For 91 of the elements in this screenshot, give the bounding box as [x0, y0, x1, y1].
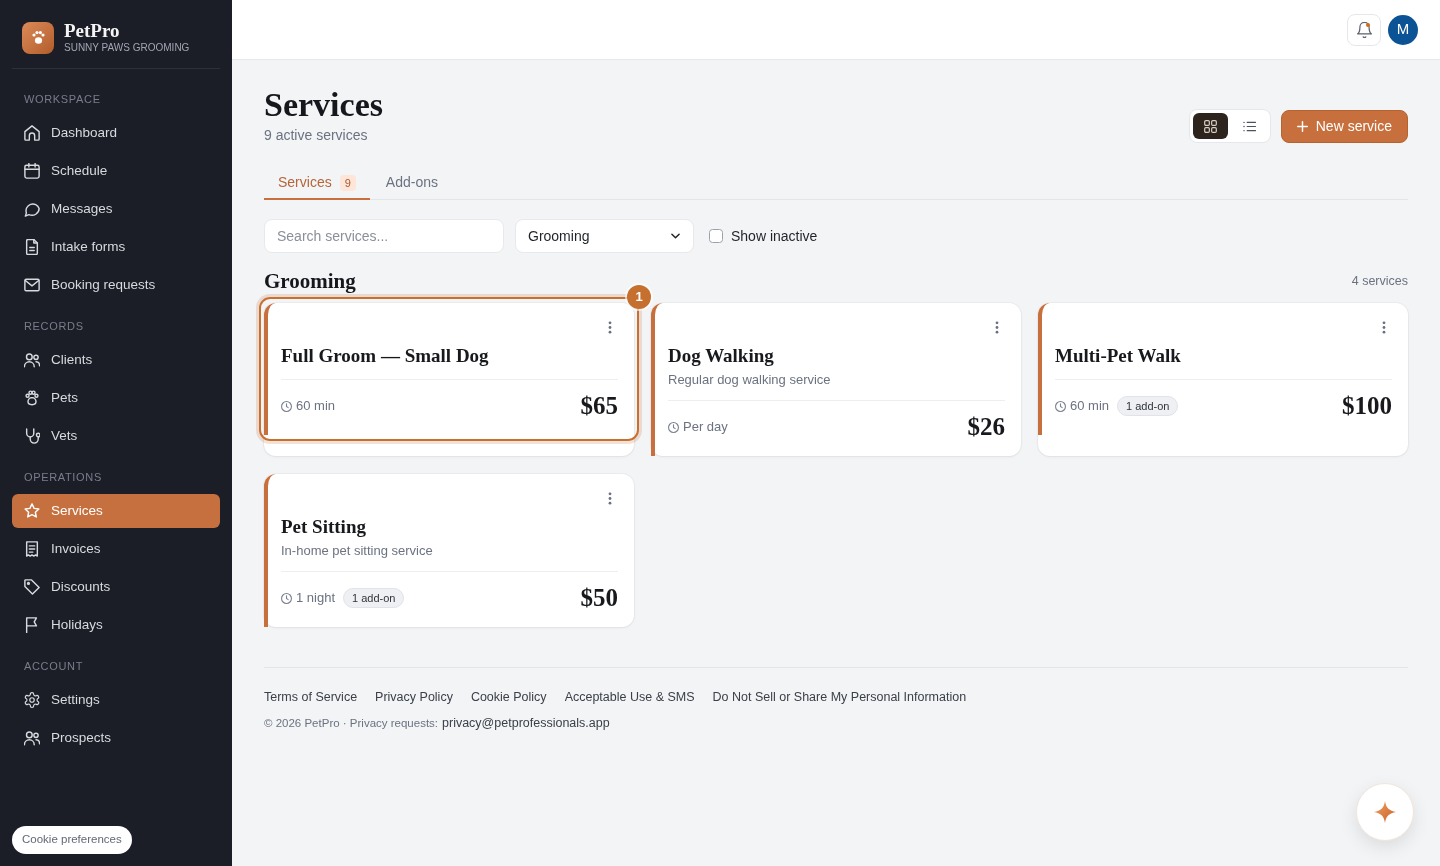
service-price: $65 — [580, 392, 618, 420]
nav-item[interactable]: Intake forms — [12, 230, 220, 264]
brand-name: PetPro — [64, 22, 121, 40]
page-title: Services — [264, 85, 383, 125]
nav-item[interactable]: Settings — [12, 683, 220, 717]
section-label: OPERATIONS — [23, 470, 103, 484]
nav-item[interactable]: Dashboard — [12, 116, 220, 150]
nav-item[interactable]: Pets — [12, 381, 220, 415]
footer-link[interactable]: Acceptable Use & SMS — [564, 688, 695, 707]
nav-item[interactable]: Vets — [12, 419, 220, 453]
service-card[interactable]: Dog Walking Regular dog walking service Per day $26 — [651, 303, 1021, 456]
user-avatar[interactable]: M — [1388, 14, 1418, 45]
people-icon — [24, 352, 40, 368]
page-subtitle: 9 active services — [264, 126, 369, 145]
brand-subtitle: SUNNY PAWS GROOMING — [64, 41, 190, 54]
category-dropdown[interactable]: Grooming — [515, 219, 694, 253]
service-card[interactable]: Multi-Pet Walk 60 min 1 add-on $100 — [1038, 303, 1408, 456]
section-label: ACCOUNT — [23, 659, 84, 673]
section-label: WORKSPACE — [23, 92, 102, 106]
star-icon — [24, 503, 40, 519]
clock-icon — [281, 592, 292, 604]
addon-badge: 1 add-on — [1117, 396, 1179, 416]
search-field[interactable]: Search services... — [264, 219, 504, 253]
addon-badge: 1 add-on — [343, 588, 405, 608]
service-duration: Per day — [683, 418, 728, 437]
chat-bubble-icon — [24, 201, 40, 217]
clock-icon — [668, 421, 679, 433]
nav-item[interactable]: Discounts — [12, 570, 220, 604]
nav-item[interactable]: Prospects — [12, 721, 220, 755]
service-card[interactable]: Pet Sitting In-home pet sitting service 1 night 1 add-on $50 — [264, 474, 634, 627]
nav-item[interactable]: Messages — [12, 192, 220, 226]
checkbox-label[interactable]: Show inactive — [731, 225, 818, 247]
service-count: 4 services — [1351, 272, 1408, 290]
service-title: Multi-Pet Walk — [1055, 344, 1182, 368]
people-icon — [24, 730, 40, 746]
nav-item[interactable]: Schedule — [12, 154, 220, 188]
service-description: Regular dog walking service — [668, 371, 832, 389]
email-link[interactable]: privacy@petprofessionals.app — [442, 714, 610, 732]
grid-view-button[interactable] — [1192, 113, 1228, 139]
kebab-menu-icon[interactable] — [608, 491, 612, 505]
clock-icon — [281, 400, 292, 412]
service-price: $26 — [967, 413, 1005, 441]
service-duration: 1 night — [296, 589, 336, 608]
tab[interactable]: Add-ons — [371, 165, 452, 200]
document-icon — [24, 239, 40, 255]
receipt-icon — [24, 541, 40, 557]
chevron-down-icon — [671, 233, 680, 239]
calendar-icon — [24, 163, 40, 179]
service-title: Pet Sitting — [281, 515, 367, 539]
nav-item[interactable]: Services — [12, 494, 220, 528]
notifications-button[interactable] — [1347, 13, 1381, 46]
paw-logo-icon — [22, 22, 54, 54]
nav-item[interactable]: Booking requests — [12, 268, 220, 302]
sparkle-icon — [1374, 801, 1396, 823]
kebab-menu-icon[interactable] — [995, 320, 999, 334]
section-label: RECORDS — [23, 319, 85, 333]
service-title: Dog Walking — [668, 344, 775, 368]
home-icon — [24, 125, 40, 141]
bell-icon — [1356, 21, 1372, 38]
cookie-preferences-button[interactable]: Cookie preferences — [12, 826, 132, 854]
plus-icon — [1296, 120, 1308, 132]
nav-item[interactable]: Holidays — [12, 608, 220, 642]
count-badge: 9 — [339, 174, 356, 191]
stethoscope-icon — [24, 428, 40, 444]
kebab-menu-icon[interactable] — [608, 320, 612, 334]
footer-link[interactable]: Privacy Policy — [375, 688, 453, 707]
new-service-button[interactable]: New service — [1280, 109, 1408, 143]
nav-item[interactable]: Clients — [12, 343, 220, 377]
service-price: $100 — [1342, 392, 1392, 420]
envelope-icon — [24, 277, 40, 293]
service-description: In-home pet sitting service — [281, 542, 434, 560]
tag-icon — [24, 579, 40, 595]
kebab-menu-icon[interactable] — [1382, 320, 1386, 334]
tab[interactable]: Services 9 — [264, 165, 370, 200]
clock-icon — [1055, 400, 1066, 412]
footer-link[interactable]: Terms of Service — [264, 688, 358, 707]
service-price: $50 — [580, 584, 618, 612]
service-duration: 60 min — [1070, 397, 1110, 416]
service-title: Full Groom — Small Dog — [281, 344, 490, 368]
service-duration: 60 min — [296, 397, 336, 416]
flag-icon — [24, 617, 40, 633]
nav-item[interactable]: Invoices — [12, 532, 220, 566]
copyright-text: © 2026 PetPro · Privacy requests: — [264, 716, 439, 731]
settings-icon — [24, 692, 40, 708]
checkbox[interactable] — [709, 229, 723, 243]
footer-link[interactable]: Do Not Sell or Share My Personal Information — [712, 688, 967, 707]
footer-link[interactable]: Cookie Policy — [470, 688, 547, 707]
grid-icon — [1203, 119, 1217, 133]
list-icon — [1242, 120, 1256, 132]
step-badge: 1 — [627, 285, 651, 309]
paw-icon — [24, 390, 40, 406]
